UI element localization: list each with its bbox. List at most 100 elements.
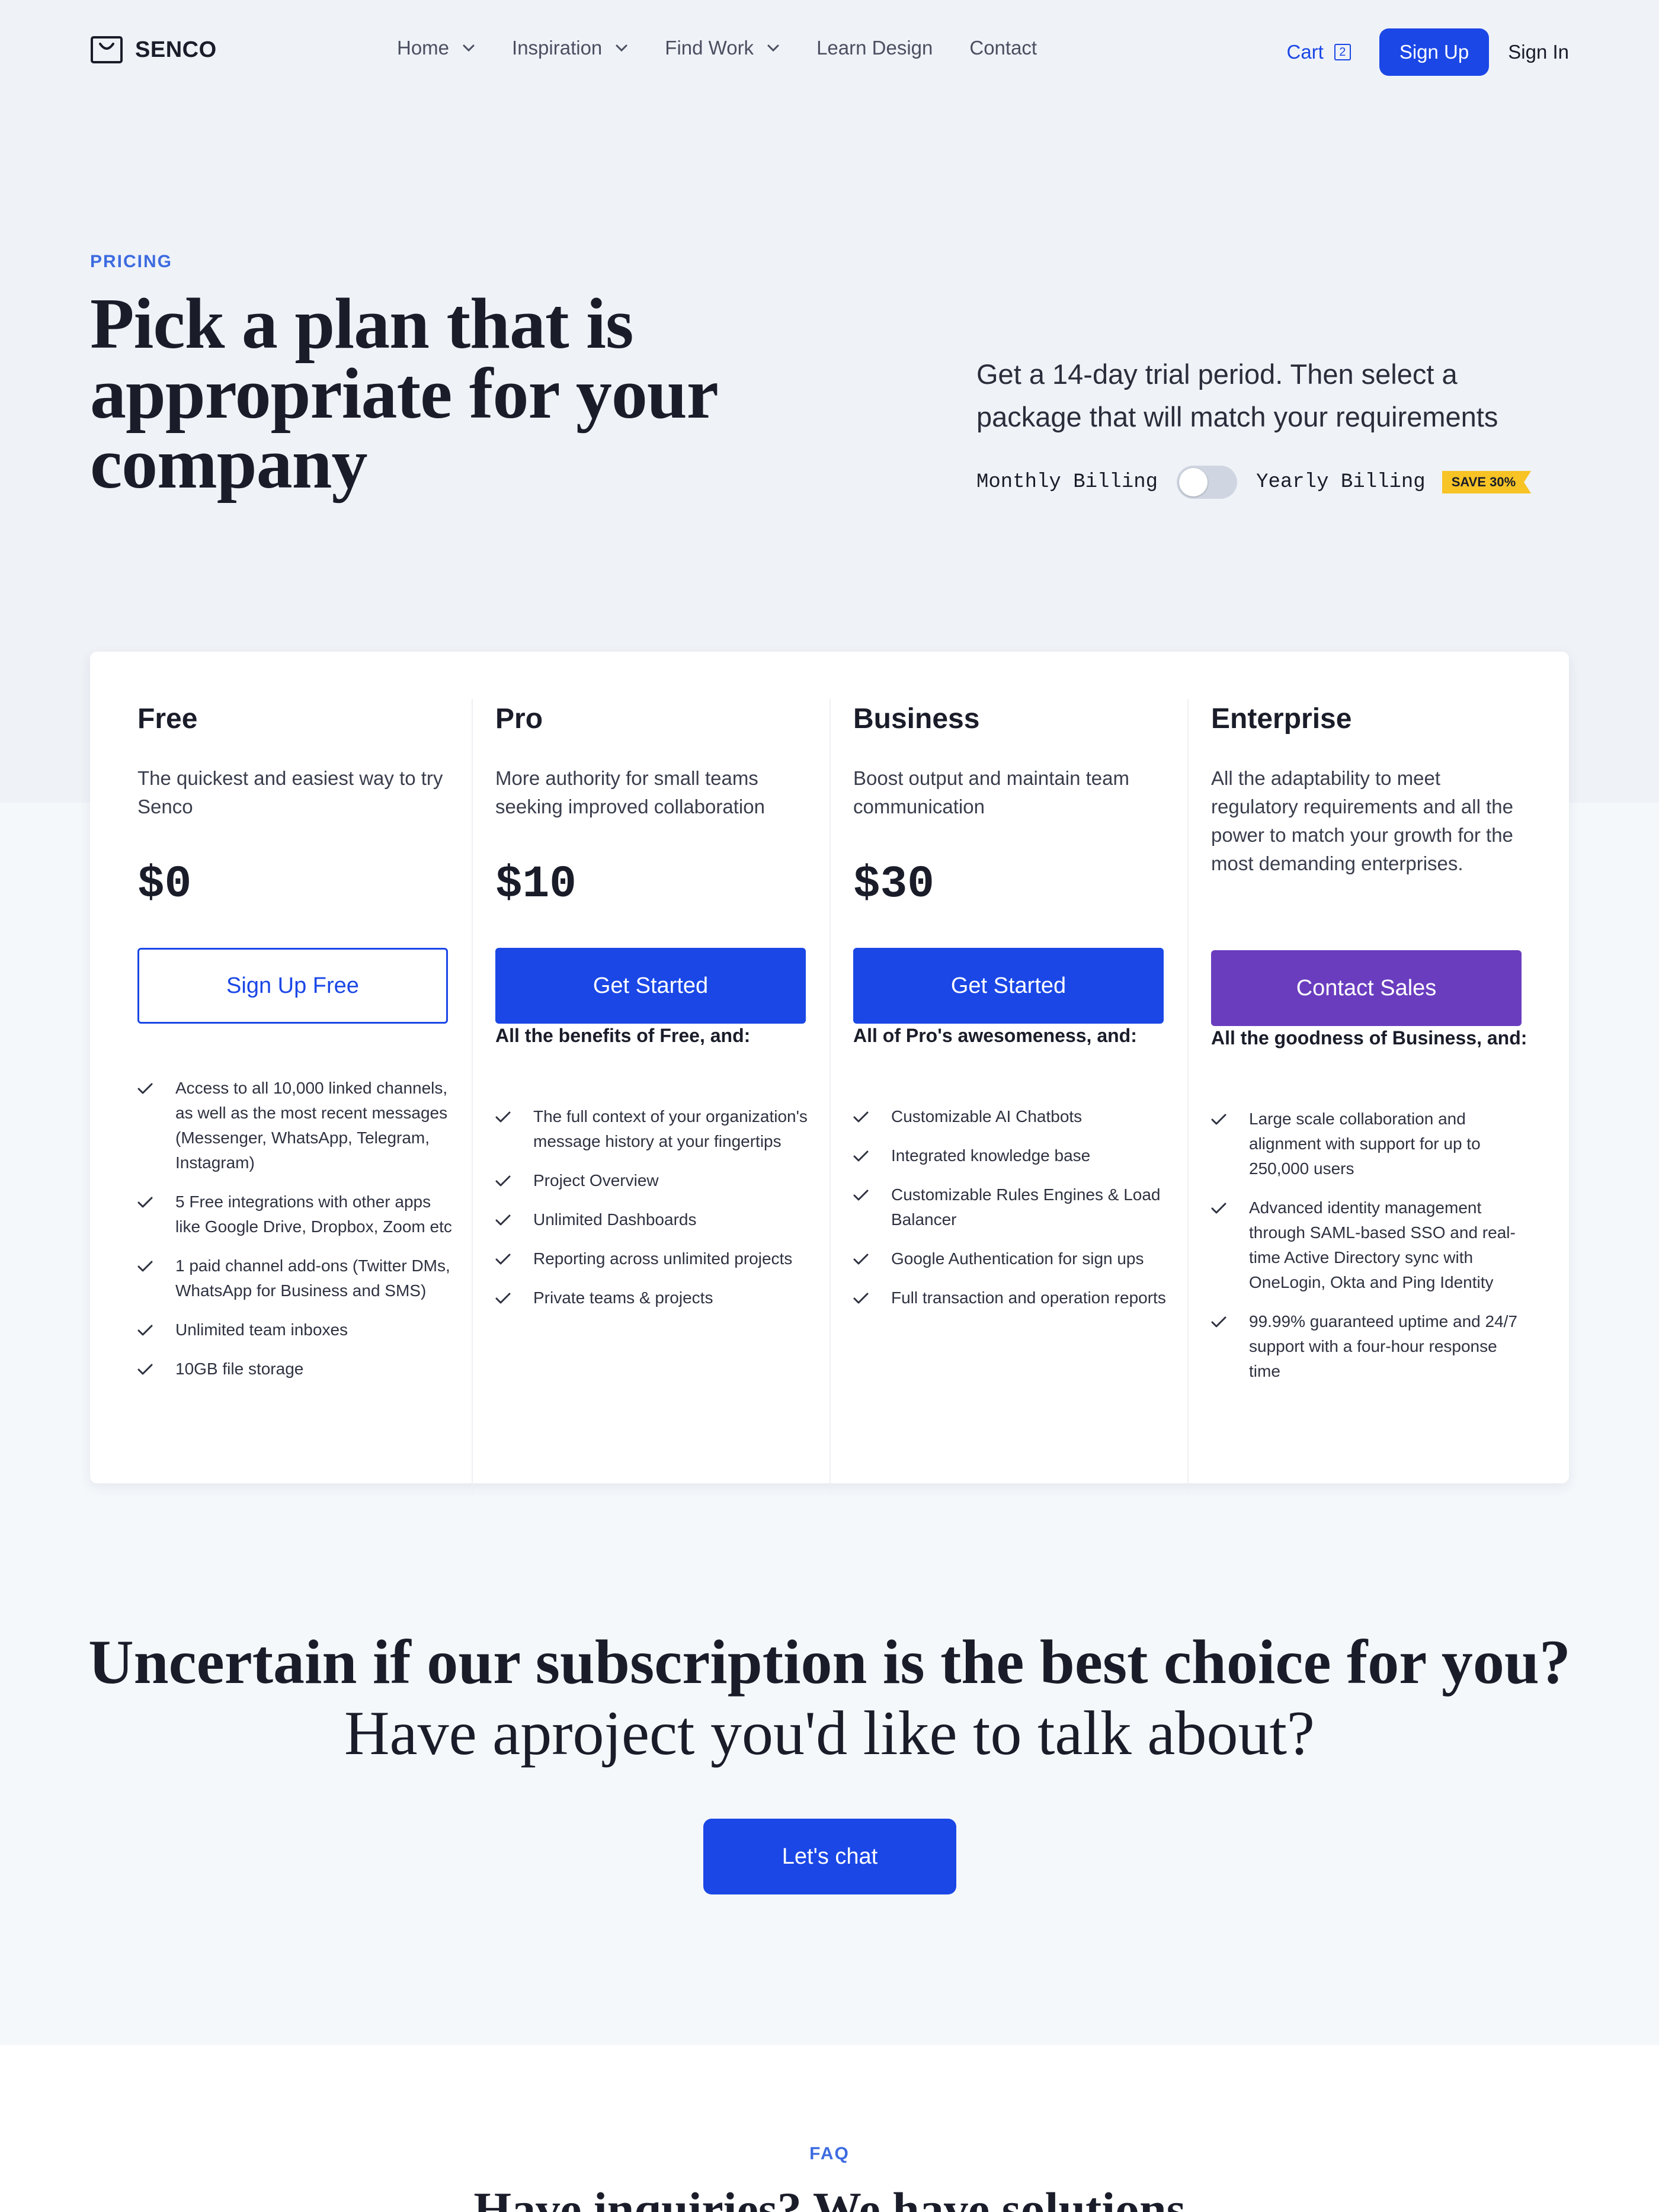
feature-list: Access to all 10,000 linked channels, as…: [137, 1076, 457, 1396]
checkmark-icon: [853, 1111, 869, 1123]
plan-price: $0: [137, 859, 192, 910]
plan-price: $10: [495, 859, 577, 910]
checkmark-icon: [137, 1325, 153, 1336]
checkmark-icon: [137, 1364, 153, 1375]
feature-text: 99.99% guaranteed uptime and 24/7 suppor…: [1249, 1312, 1518, 1380]
feature-item: 5 Free integrations with other apps like…: [137, 1190, 457, 1239]
feature-text: Customizable Rules Engines & Load Balanc…: [891, 1185, 1161, 1229]
primary-nav: Home Inspiration Find Work Learn Design Cont…: [397, 37, 1074, 59]
nav-link-label: Inspiration: [512, 37, 603, 59]
toggle-knob: [1179, 468, 1208, 496]
feature-text: 1 paid channel add-ons (Twitter DMs, Wha…: [175, 1256, 450, 1300]
checkmark-icon: [853, 1190, 869, 1201]
plan-column-free: Free The quickest and easiest way to try …: [137, 652, 495, 1445]
chevron-down-icon: [616, 44, 627, 52]
cta-title: Uncertain if our subscription is the bes…: [88, 1627, 1571, 1697]
yearly-billing-label[interactable]: Yearly Billing: [1256, 471, 1426, 493]
faq-eyebrow: FAQ: [809, 2144, 850, 2163]
checkmark-icon: [853, 1150, 869, 1162]
sign-up-button[interactable]: Sign Up: [1379, 28, 1490, 76]
sign-in-link[interactable]: Sign In: [1508, 41, 1569, 63]
plan-price: $30: [853, 859, 934, 910]
billing-toggle[interactable]: [1177, 466, 1238, 499]
pricing-card: Free The quickest and easiest way to try …: [90, 652, 1569, 1494]
brand-logo[interactable]: SENCO: [90, 36, 217, 64]
checkmark-icon: [495, 1111, 511, 1123]
feature-item: Unlimited team inboxes: [137, 1317, 457, 1342]
feature-item: Advanced identity management through SAM…: [1211, 1195, 1531, 1295]
feature-list: The full context of your organization's …: [495, 1104, 815, 1325]
plan-name: Business: [853, 703, 980, 735]
monthly-billing-label[interactable]: Monthly Billing: [976, 471, 1158, 493]
nav-actions: Cart 2 Sign Up Sign In: [1287, 28, 1569, 76]
plan-column-business: Business Boost output and maintain team c…: [853, 652, 1211, 1445]
hero-subtitle: Get a 14-day trial period. Then select a…: [976, 358, 1498, 432]
feature-text: Unlimited team inboxes: [175, 1320, 348, 1339]
billing-switcher: Monthly Billing Yearly Billing SAVE 30%: [976, 466, 1532, 499]
feature-item: Large scale collaboration and alignment …: [1211, 1107, 1531, 1181]
features-heading: All the benefits of Free, and:: [495, 1025, 751, 1046]
nav-link-inspiration[interactable]: Inspiration: [512, 37, 628, 59]
feature-item: Full transaction and operation reports: [853, 1285, 1173, 1310]
nav-link-label: Learn Design: [816, 37, 933, 59]
page-title: Pick a plan that is appropriate for your…: [90, 284, 718, 504]
top-navigation: SENCO Home Inspiration Find Work Learn Desi…: [90, 23, 1569, 82]
feature-item: Google Authentication for sign ups: [853, 1246, 1173, 1271]
nav-link-label: Home: [397, 37, 450, 59]
feature-item: Customizable Rules Engines & Load Balanc…: [853, 1182, 1173, 1232]
feature-item: Project Overview: [495, 1168, 815, 1193]
checkmark-icon: [137, 1083, 153, 1094]
feature-text: Advanced identity management through SAM…: [1249, 1198, 1516, 1291]
plan-description: All the adaptability to meet regulatory …: [1211, 767, 1513, 874]
cart-label: Cart: [1286, 41, 1324, 63]
feature-text: Unlimited Dashboards: [533, 1210, 697, 1229]
cart-link[interactable]: Cart 2: [1287, 41, 1351, 63]
feature-item: Access to all 10,000 linked channels, as…: [137, 1076, 457, 1175]
checkmark-icon: [495, 1254, 511, 1265]
feature-item: Reporting across unlimited projects: [495, 1246, 815, 1271]
checkmark-icon: [853, 1254, 869, 1265]
brand-name: SENCO: [135, 37, 217, 62]
checkmark-icon: [495, 1293, 511, 1304]
feature-item: Customizable AI Chatbots: [853, 1104, 1173, 1129]
chevron-down-icon: [767, 44, 779, 52]
sign-up-free-button[interactable]: Sign Up Free: [137, 948, 448, 1024]
nav-link-home[interactable]: Home: [397, 37, 475, 59]
feature-text: Integrated knowledge base: [891, 1146, 1091, 1165]
features-heading: All the goodness of Business, and:: [1211, 1027, 1527, 1049]
chevron-down-icon: [463, 44, 475, 52]
checkmark-icon: [137, 1261, 153, 1272]
get-started-button[interactable]: Get Started: [495, 948, 806, 1024]
save-badge: SAVE 30%: [1442, 471, 1532, 493]
feature-text: Google Authentication for sign ups: [891, 1249, 1144, 1268]
plan-column-enterprise: Enterprise All the adaptability to meet r…: [1211, 652, 1569, 1445]
checkmark-icon: [1211, 1316, 1226, 1328]
checkmark-icon: [1211, 1203, 1226, 1214]
nav-link-find-work[interactable]: Find Work: [665, 37, 780, 59]
feature-text: The full context of your organization's …: [533, 1107, 808, 1150]
plan-description: Boost output and maintain team communica…: [853, 767, 1129, 818]
feature-text: 5 Free integrations with other apps like…: [175, 1192, 452, 1236]
feature-text: Reporting across unlimited projects: [533, 1249, 793, 1268]
checkmark-icon: [495, 1175, 511, 1187]
nav-link-learn-design[interactable]: Learn Design: [816, 37, 933, 59]
checkmark-icon: [1211, 1114, 1226, 1125]
feature-item: The full context of your organization's …: [495, 1104, 815, 1154]
cart-count-badge: 2: [1334, 44, 1351, 60]
feature-item: Unlimited Dashboards: [495, 1207, 815, 1232]
faq-title: Have inquiries? We have solutions: [473, 2182, 1186, 2212]
get-started-button[interactable]: Get Started: [853, 948, 1164, 1024]
nav-link-label: Find Work: [665, 37, 754, 59]
lets-chat-button[interactable]: Let's chat: [703, 1819, 956, 1894]
feature-text: Private teams & projects: [533, 1288, 713, 1307]
feature-item: 10GB file storage: [137, 1357, 457, 1381]
plan-description: The quickest and easiest way to try Senc…: [137, 767, 443, 818]
shopping-bag-icon: [91, 36, 123, 63]
contact-sales-button[interactable]: Contact Sales: [1211, 950, 1522, 1026]
cta-subtitle: Have aproject you'd like to talk about?: [344, 1698, 1315, 1768]
checkmark-icon: [495, 1214, 511, 1226]
feature-list: Customizable AI Chatbots Integrated knowl…: [853, 1104, 1173, 1325]
nav-link-contact[interactable]: Contact: [969, 37, 1037, 59]
feature-text: Full transaction and operation reports: [891, 1288, 1166, 1307]
feature-list: Large scale collaboration and alignment …: [1211, 1107, 1531, 1398]
